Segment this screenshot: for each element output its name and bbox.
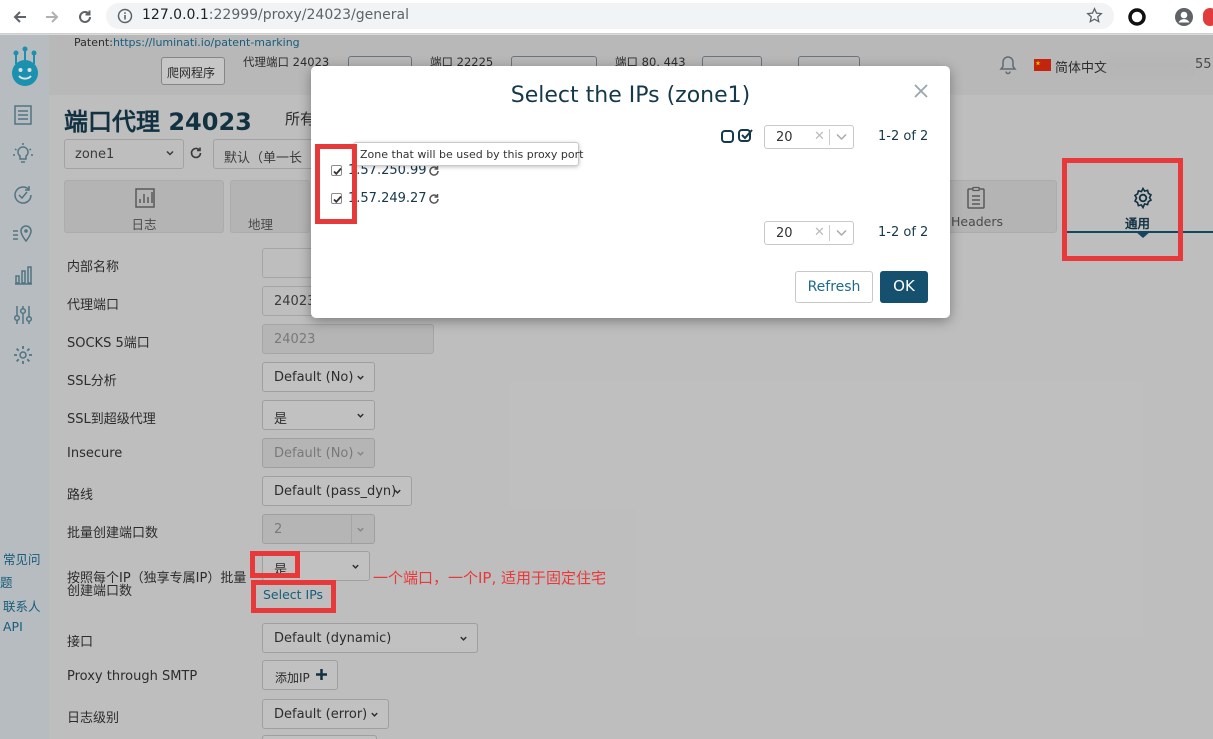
- url-text: 127.0.0.1:22999/proxy/24023/general: [142, 7, 409, 23]
- select-ips-highlight: [251, 580, 336, 613]
- forward-icon[interactable]: [41, 6, 63, 28]
- annotation-note: 一个端口，一个IP, 适用于固定住宅: [373, 569, 607, 587]
- zone-tooltip: Zone that will be used by this proxy por…: [353, 142, 583, 166]
- extension-icon[interactable]: [1128, 8, 1146, 26]
- refresh-ip-icon[interactable]: [428, 165, 440, 177]
- clear-icon[interactable]: ✕: [814, 129, 825, 144]
- modal-title: Select the IPs (zone1): [510, 83, 751, 108]
- general-tab-highlight: [1062, 158, 1183, 261]
- bookmark-star-icon[interactable]: [1086, 7, 1103, 24]
- close-icon[interactable]: [913, 83, 931, 101]
- page-range-bottom: 1-2 of 2: [878, 225, 929, 240]
- browser-chrome: 127.0.0.1:22999/proxy/24023/general: [0, 0, 1213, 34]
- chevron-down-icon: [836, 133, 847, 141]
- page-size-select-bottom[interactable]: 20 ✕: [764, 221, 854, 245]
- update-badge-icon[interactable]: [1203, 8, 1213, 26]
- select-ips-modal: Select the IPs (zone1) 20 ✕ 1-2 of 2 1.5…: [311, 66, 950, 318]
- checkbox-highlight: [315, 144, 357, 224]
- reload-icon[interactable]: [74, 6, 96, 28]
- info-icon[interactable]: [117, 8, 133, 24]
- select-all-icon[interactable]: [738, 128, 753, 143]
- refresh-ip-icon[interactable]: [428, 193, 440, 205]
- page-size-select[interactable]: 20 ✕: [764, 125, 854, 149]
- select-none-icon[interactable]: [721, 130, 734, 143]
- refresh-button[interactable]: Refresh: [795, 271, 873, 303]
- ip-address: 1.57.249.27: [348, 191, 427, 206]
- ok-button[interactable]: OK: [880, 271, 928, 303]
- page-range: 1-2 of 2: [878, 129, 929, 144]
- profile-icon[interactable]: [1174, 7, 1194, 27]
- chevron-down-icon: [836, 229, 847, 237]
- per-ip-value-highlight: [250, 551, 300, 578]
- back-icon[interactable]: [9, 6, 31, 28]
- address-bar[interactable]: 127.0.0.1:22999/proxy/24023/general: [106, 3, 1114, 29]
- clear-icon[interactable]: ✕: [814, 225, 825, 240]
